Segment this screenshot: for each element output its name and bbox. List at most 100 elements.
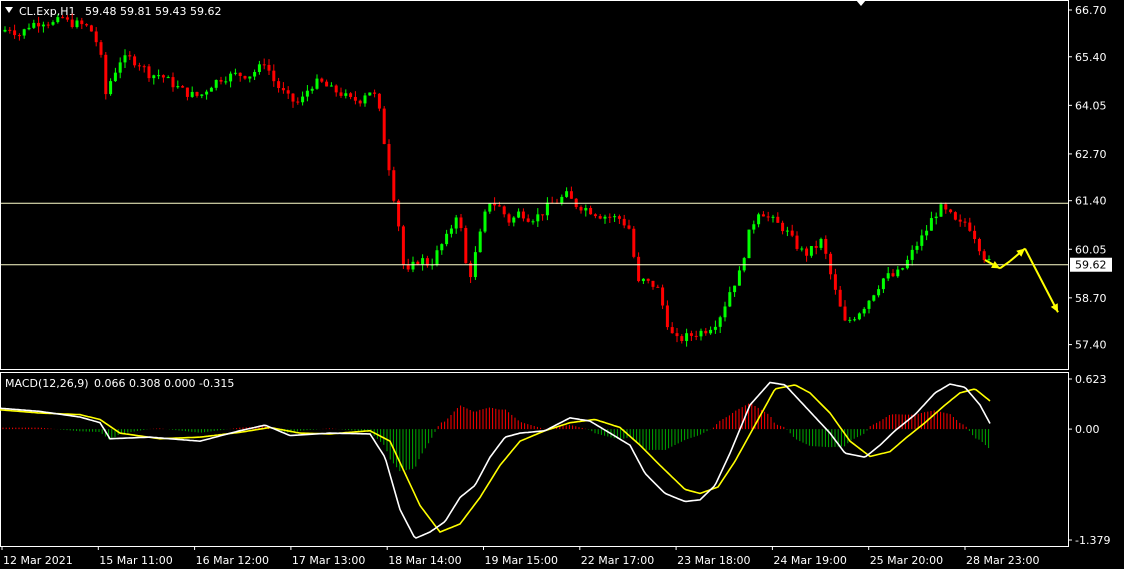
candle-body — [243, 76, 247, 79]
candle-body — [637, 256, 641, 282]
candle-body — [195, 91, 199, 96]
time-axis: 12 Mar 2021 15 Mar 11:00 16 Mar 12:00 17 Ma… — [1, 546, 1039, 567]
scroll-marker-icon[interactable] — [856, 0, 866, 6]
candle-body — [61, 17, 65, 19]
candle-body — [699, 330, 703, 337]
candle-body — [493, 203, 497, 206]
time-tick-label: 18 Mar 14:00 — [388, 554, 461, 567]
symbol-dropdown-icon[interactable] — [5, 7, 13, 13]
candle-body — [776, 216, 780, 223]
candle-body — [8, 29, 12, 31]
candle-body — [488, 203, 492, 212]
candle-body — [848, 319, 852, 321]
candle-body — [944, 204, 948, 210]
time-tick-label: 16 Mar 12:00 — [196, 554, 269, 567]
candle-body — [152, 75, 156, 79]
price-tick-label: 66.70 — [1075, 4, 1107, 17]
macd-tick-label: 0.623 — [1075, 373, 1107, 386]
candle-body — [598, 216, 602, 219]
candle-body — [733, 285, 737, 293]
candle-body — [104, 54, 108, 95]
candle-body — [632, 228, 636, 257]
macd-lines — [0, 381, 991, 539]
candle-body — [958, 219, 962, 222]
candle-body — [301, 96, 305, 103]
candle-body — [315, 78, 319, 89]
candle-body — [65, 17, 69, 20]
candle-body — [233, 72, 237, 74]
candle-body — [272, 70, 276, 82]
candle-body — [70, 19, 74, 27]
time-tick-label: 23 Mar 18:00 — [677, 554, 750, 567]
candle-body — [766, 216, 770, 218]
candle-body — [416, 261, 420, 265]
candle-body — [829, 253, 833, 275]
forecast-arrows[interactable] — [984, 247, 1059, 313]
candle-body — [709, 329, 713, 334]
candle-body — [142, 66, 146, 68]
candle-body — [689, 333, 693, 336]
candle-body — [421, 258, 425, 265]
time-tick-label: 12 Mar 2021 — [3, 554, 73, 567]
price-tick-label: 57.40 — [1075, 339, 1107, 352]
candle-body — [963, 221, 967, 223]
candle-body — [502, 206, 506, 215]
candle-body — [939, 204, 943, 217]
candle-body — [579, 207, 583, 211]
candle-body — [373, 92, 377, 94]
candle-body — [286, 90, 290, 94]
candle-body — [987, 258, 991, 261]
time-tick-label: 15 Mar 11:00 — [99, 554, 172, 567]
candle-body — [512, 217, 516, 223]
candle-body — [113, 72, 117, 82]
candle-body — [161, 75, 165, 78]
candle-body — [411, 261, 415, 270]
time-tick-label: 19 Mar 15:00 — [485, 554, 558, 567]
price-tick-label: 64.05 — [1075, 99, 1107, 112]
candle-body — [665, 305, 669, 328]
candle-body — [262, 64, 266, 66]
candle-body — [901, 268, 905, 270]
forecast-arrow-segment — [1024, 248, 1059, 313]
macd-main-line — [0, 381, 991, 539]
candle-body — [334, 85, 338, 93]
candle-body — [401, 226, 405, 265]
candle-body — [205, 91, 209, 95]
candle-body — [656, 286, 660, 288]
candle-body — [325, 81, 329, 87]
candle-body — [406, 264, 410, 270]
candle-body — [526, 218, 530, 222]
horizontal-lines[interactable] — [1, 202, 1068, 266]
candle-body — [925, 230, 929, 236]
candle-body — [886, 273, 890, 279]
candle-body — [704, 330, 708, 334]
candle-body — [137, 65, 141, 67]
ohlc-readout: 59.48 59.81 59.43 59.62 — [85, 5, 221, 18]
candle-body — [363, 95, 367, 104]
candle-body — [209, 87, 213, 92]
candle-body — [51, 22, 55, 25]
candle-body — [982, 251, 986, 261]
candle-body — [291, 93, 295, 102]
candle-body — [843, 306, 847, 321]
candle-body — [771, 216, 775, 218]
candle-body — [397, 200, 401, 227]
candle-body — [248, 76, 252, 79]
candle-body — [238, 72, 242, 77]
candle-body — [819, 238, 823, 248]
price-tick-label: 65.40 — [1075, 51, 1107, 64]
candle-body — [785, 230, 789, 232]
candle-body — [589, 207, 593, 215]
candle-body — [478, 231, 482, 253]
price-tick-label: 62.70 — [1075, 148, 1107, 161]
candlestick-series — [3, 13, 991, 347]
macd-label: MACD(12,26,9) — [5, 377, 89, 390]
candle-body — [531, 221, 535, 223]
candle-body — [910, 249, 914, 260]
candle-body — [339, 92, 343, 96]
candle-body — [75, 20, 79, 27]
candle-body — [281, 88, 285, 91]
candle-body — [224, 81, 228, 83]
macd-tick-label: 0.00 — [1075, 423, 1100, 436]
candle-body — [613, 216, 617, 218]
